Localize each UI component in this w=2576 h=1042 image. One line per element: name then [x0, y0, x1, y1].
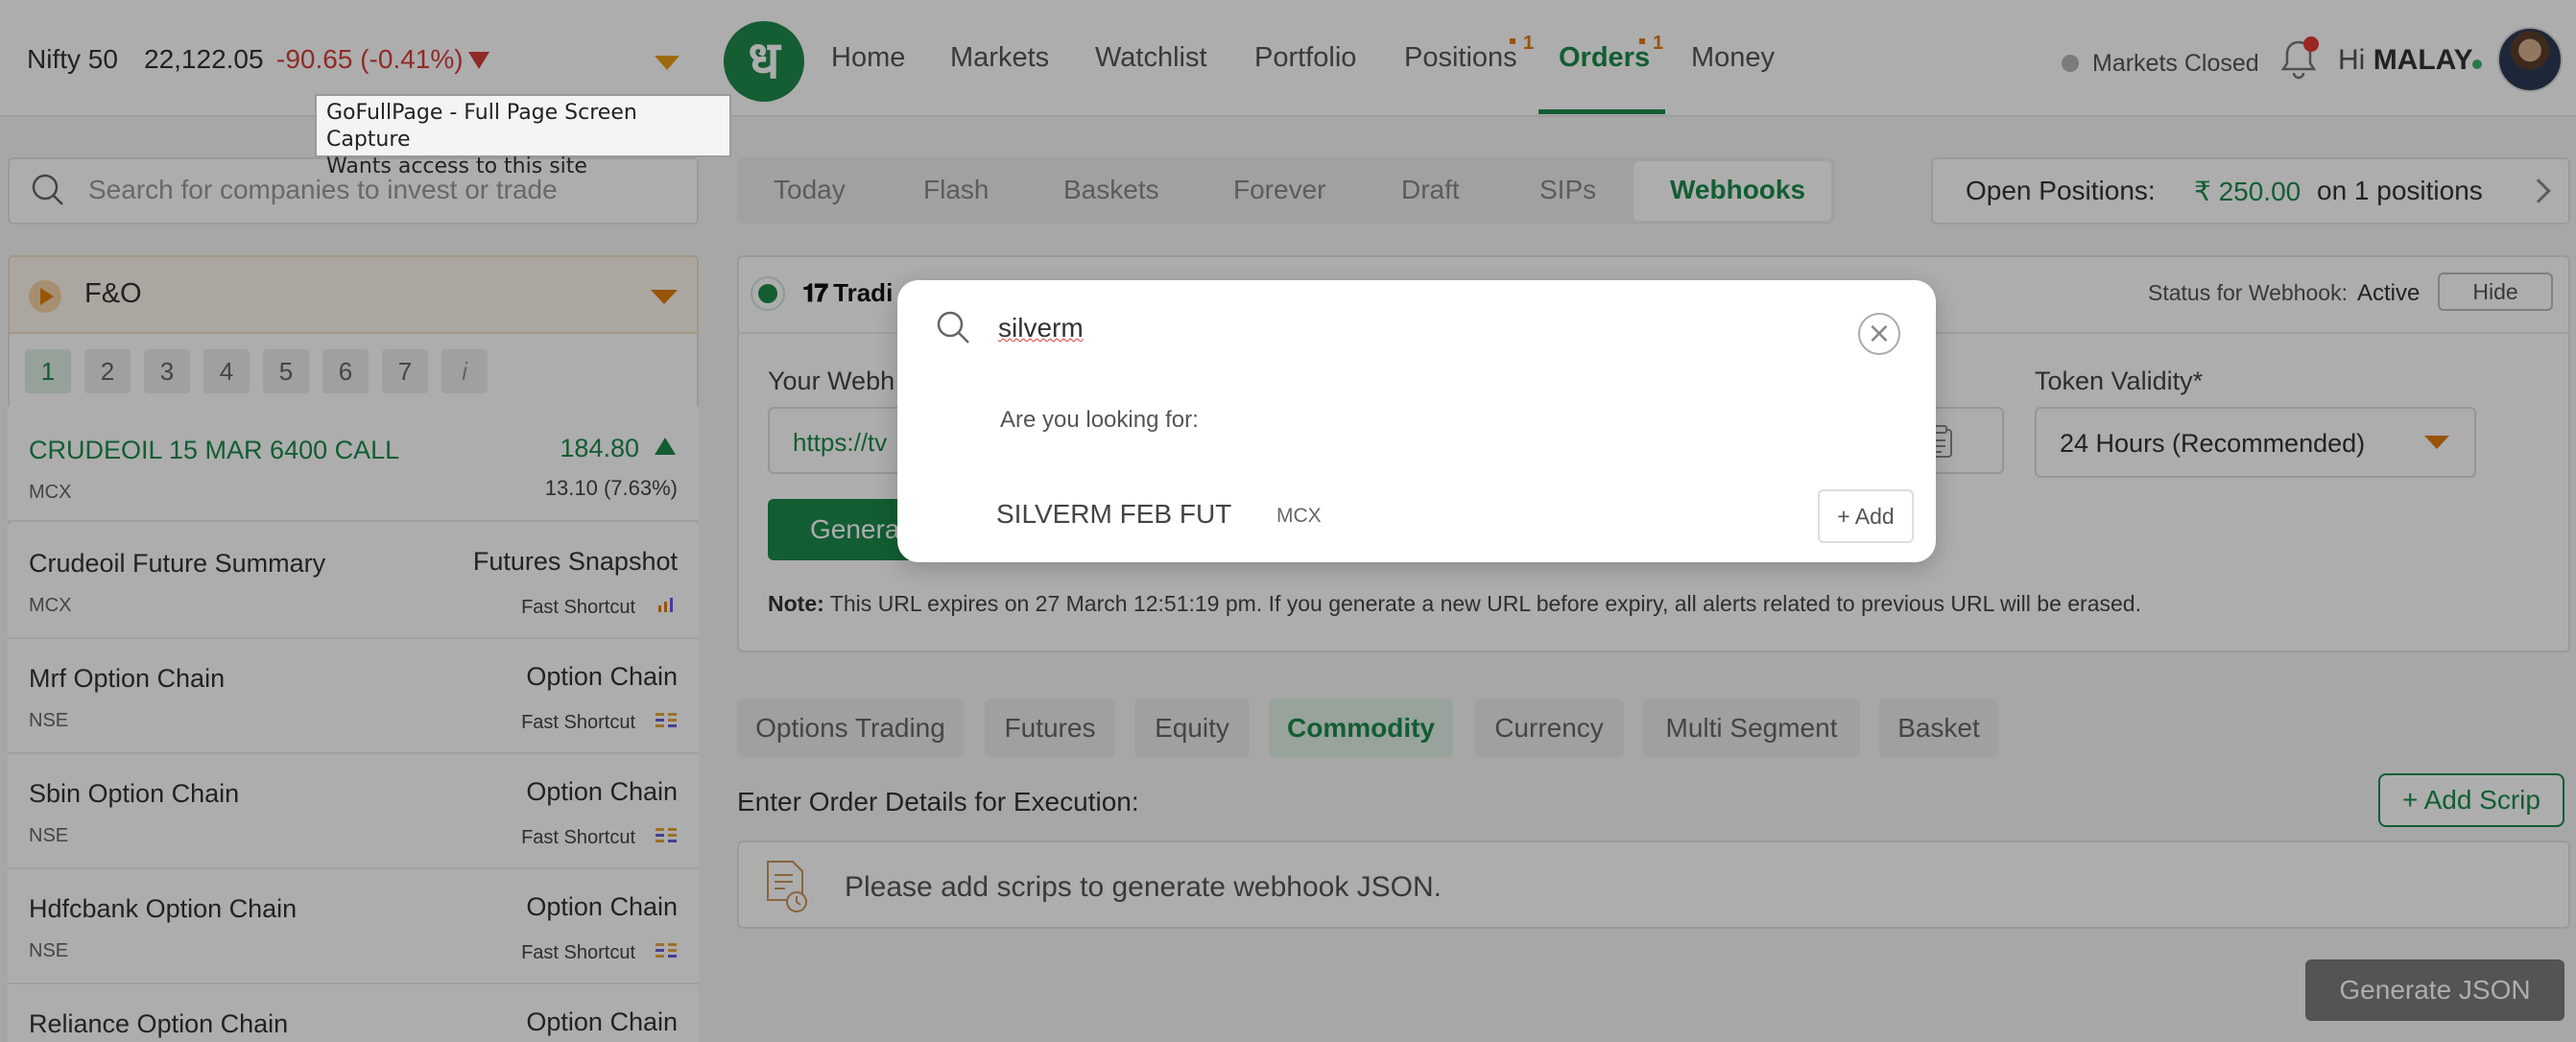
suggestion-hint: Are you looking for:: [1000, 407, 1199, 433]
tooltip-line-1: GoFullPage - Full Page Screen Capture: [326, 101, 637, 152]
scrip-search-input[interactable]: [998, 309, 1843, 347]
search-icon: [937, 311, 969, 343]
search-result-exchange: MCX: [1276, 505, 1322, 527]
close-icon[interactable]: ×: [1858, 313, 1900, 355]
tooltip-line-2: Wants access to this site: [326, 154, 587, 178]
extension-tooltip: GoFullPage - Full Page Screen Capture Wa…: [315, 94, 731, 178]
add-result-button[interactable]: + Add: [1818, 489, 1914, 543]
search-result-name[interactable]: SILVERM FEB FUT: [996, 499, 1231, 530]
